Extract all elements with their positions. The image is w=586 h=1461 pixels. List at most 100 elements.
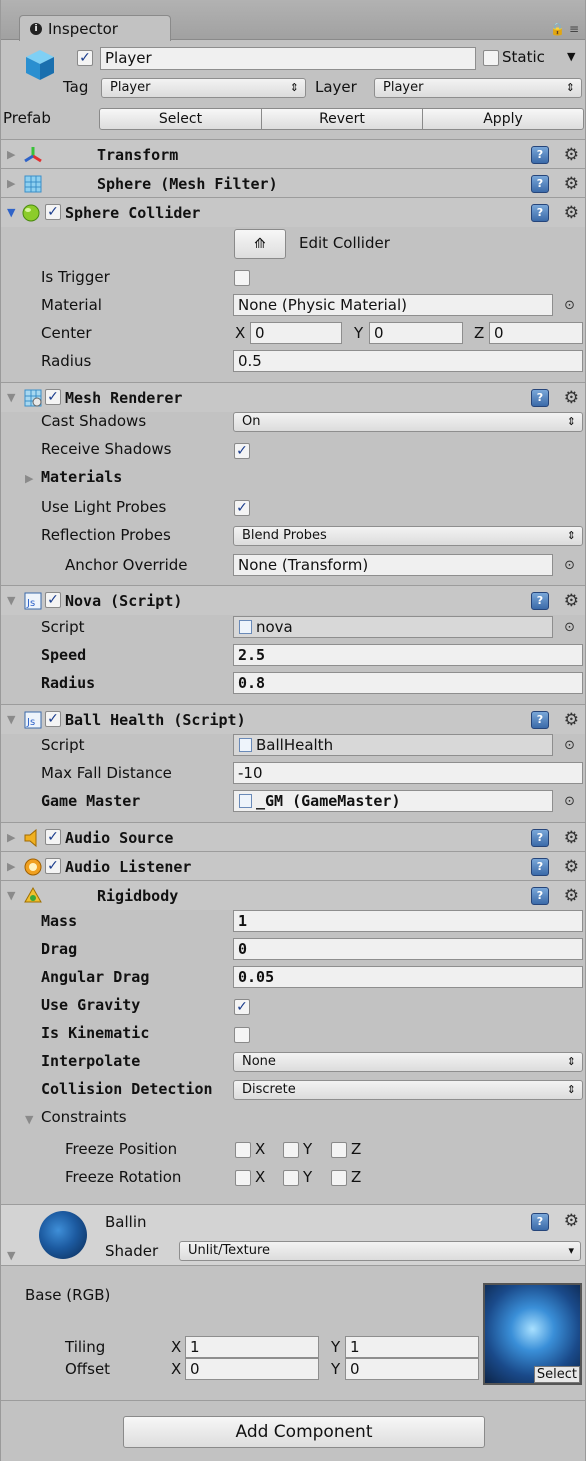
enabled-checkbox[interactable]: ✓ bbox=[45, 711, 61, 727]
mass-field[interactable]: 1 bbox=[233, 910, 583, 932]
enabled-checkbox[interactable]: ✓ bbox=[45, 204, 61, 220]
enabled-checkbox[interactable]: ✓ bbox=[45, 829, 61, 845]
gear-icon[interactable]: ⚙ bbox=[564, 203, 579, 223]
help-icon[interactable]: ? bbox=[531, 710, 549, 729]
offset-y-field[interactable]: 0 bbox=[345, 1358, 479, 1380]
help-icon[interactable]: ? bbox=[531, 857, 549, 876]
prefab-apply-button[interactable]: Apply bbox=[422, 108, 584, 130]
layer-dropdown[interactable]: Player ⇕ bbox=[374, 78, 582, 98]
audio-listener-header[interactable]: ▶ ✓ Audio Listener ? ⚙ bbox=[1, 851, 585, 881]
center-x-field[interactable]: 0 bbox=[250, 322, 342, 344]
freeze-rotation-y-checkbox[interactable] bbox=[283, 1170, 299, 1186]
material-field[interactable]: None (Physic Material) bbox=[233, 294, 553, 316]
receive-shadows-checkbox[interactable]: ✓ bbox=[234, 443, 250, 459]
object-picker-icon[interactable]: ⊙ bbox=[564, 298, 575, 313]
tiling-y-field[interactable]: 1 bbox=[345, 1336, 479, 1358]
static-dropdown-icon[interactable]: ▼ bbox=[567, 50, 575, 63]
help-icon[interactable]: ? bbox=[531, 828, 549, 847]
center-z-field[interactable]: 0 bbox=[489, 322, 583, 344]
help-icon[interactable]: ? bbox=[531, 145, 549, 164]
enabled-checkbox[interactable]: ✓ bbox=[45, 858, 61, 874]
is-trigger-checkbox[interactable] bbox=[234, 270, 250, 286]
interpolate-dropdown[interactable]: None ⇕ bbox=[233, 1052, 583, 1072]
object-picker-icon[interactable]: ⊙ bbox=[564, 738, 575, 753]
anchor-override-field[interactable]: None (Transform) bbox=[233, 554, 553, 576]
angular-drag-field[interactable]: 0.05 bbox=[233, 966, 583, 988]
drag-field[interactable]: 0 bbox=[233, 938, 583, 960]
center-y-field[interactable]: 0 bbox=[369, 322, 463, 344]
material-header[interactable]: ▼ Ballin ? ⚙ Shader Unlit/Texture ▾ bbox=[1, 1204, 585, 1266]
help-icon[interactable]: ? bbox=[531, 174, 549, 193]
gear-icon[interactable]: ⚙ bbox=[564, 388, 579, 408]
prefab-revert-button[interactable]: Revert bbox=[261, 108, 423, 130]
rigidbody-header[interactable]: ▼ Rigidbody ? ⚙ bbox=[1, 880, 585, 910]
script-field[interactable]: nova bbox=[233, 616, 553, 638]
radius-field[interactable]: 0.5 bbox=[233, 350, 583, 372]
ball-health-header[interactable]: ▼ Js ✓ Ball Health (Script) ? ⚙ bbox=[1, 704, 585, 734]
foldout-collapsed-icon[interactable]: ▶ bbox=[7, 831, 15, 844]
gear-icon[interactable]: ⚙ bbox=[564, 591, 579, 611]
help-icon[interactable]: ? bbox=[531, 1213, 549, 1231]
tab-inspector[interactable]: i Inspector bbox=[19, 15, 171, 41]
edit-collider-button[interactable]: ⟰ bbox=[234, 229, 286, 259]
foldout-expanded-icon[interactable]: ▼ bbox=[7, 1249, 15, 1262]
object-picker-icon[interactable]: ⊙ bbox=[564, 558, 575, 573]
offset-x-field[interactable]: 0 bbox=[185, 1358, 319, 1380]
reflection-probes-dropdown[interactable]: Blend Probes ⇕ bbox=[233, 526, 583, 546]
help-icon[interactable]: ? bbox=[531, 886, 549, 905]
help-icon[interactable]: ? bbox=[531, 203, 549, 222]
gear-icon[interactable]: ⚙ bbox=[564, 1211, 579, 1231]
materials-foldout-icon[interactable]: ▶ bbox=[25, 472, 33, 485]
object-picker-icon[interactable]: ⊙ bbox=[564, 620, 575, 635]
gear-icon[interactable]: ⚙ bbox=[564, 145, 579, 165]
foldout-collapsed-icon[interactable]: ▶ bbox=[7, 177, 15, 190]
gear-icon[interactable]: ⚙ bbox=[564, 857, 579, 877]
foldout-expanded-icon[interactable]: ▼ bbox=[7, 713, 15, 726]
audio-source-header[interactable]: ▶ ✓ Audio Source ? ⚙ bbox=[1, 822, 585, 852]
game-master-field[interactable]: _GM (GameMaster) bbox=[233, 790, 553, 812]
add-component-button[interactable]: Add Component bbox=[123, 1416, 485, 1448]
freeze-position-z-checkbox[interactable] bbox=[331, 1142, 347, 1158]
constraints-label[interactable]: Constraints bbox=[41, 1108, 127, 1126]
help-icon[interactable]: ? bbox=[531, 591, 549, 610]
constraints-foldout-icon[interactable]: ▼ bbox=[25, 1113, 33, 1126]
nova-radius-field[interactable]: 0.8 bbox=[233, 672, 583, 694]
lock-menu-icon[interactable]: 🔒 ≡ bbox=[550, 22, 579, 36]
collision-detection-dropdown[interactable]: Discrete ⇕ bbox=[233, 1080, 583, 1100]
nova-script-header[interactable]: ▼ Js ✓ Nova (Script) ? ⚙ bbox=[1, 585, 585, 615]
texture-slot[interactable]: Select bbox=[483, 1283, 582, 1385]
tag-dropdown[interactable]: Player ⇕ bbox=[101, 78, 306, 98]
enabled-checkbox[interactable]: ✓ bbox=[45, 389, 61, 405]
texture-select-button[interactable]: Select bbox=[533, 1366, 580, 1383]
materials-label[interactable]: Materials bbox=[41, 468, 122, 486]
foldout-collapsed-icon[interactable]: ▶ bbox=[7, 860, 15, 873]
foldout-expanded-icon[interactable]: ▼ bbox=[7, 889, 15, 902]
freeze-position-y-checkbox[interactable] bbox=[283, 1142, 299, 1158]
light-probes-checkbox[interactable]: ✓ bbox=[234, 500, 250, 516]
mesh-filter-header[interactable]: ▶ Sphere (Mesh Filter) ? ⚙ bbox=[1, 168, 585, 198]
shader-dropdown[interactable]: Unlit/Texture ▾ bbox=[179, 1241, 581, 1261]
max-fall-field[interactable]: -10 bbox=[233, 762, 583, 784]
static-checkbox[interactable] bbox=[483, 50, 499, 66]
freeze-rotation-z-checkbox[interactable] bbox=[331, 1170, 347, 1186]
is-kinematic-checkbox[interactable] bbox=[234, 1027, 250, 1043]
gear-icon[interactable]: ⚙ bbox=[564, 828, 579, 848]
gear-icon[interactable]: ⚙ bbox=[564, 174, 579, 194]
foldout-expanded-icon[interactable]: ▼ bbox=[7, 594, 15, 607]
ball-script-field[interactable]: BallHealth bbox=[233, 734, 553, 756]
gear-icon[interactable]: ⚙ bbox=[564, 886, 579, 906]
foldout-expanded-icon[interactable]: ▼ bbox=[7, 391, 15, 404]
speed-field[interactable]: 2.5 bbox=[233, 644, 583, 666]
freeze-rotation-x-checkbox[interactable] bbox=[235, 1170, 251, 1186]
use-gravity-checkbox[interactable]: ✓ bbox=[234, 999, 250, 1015]
tiling-x-field[interactable]: 1 bbox=[185, 1336, 319, 1358]
sphere-collider-header[interactable]: ▼ ✓ Sphere Collider ? ⚙ bbox=[1, 197, 585, 227]
cast-shadows-dropdown[interactable]: On ⇕ bbox=[233, 412, 583, 432]
prefab-select-button[interactable]: Select bbox=[99, 108, 262, 130]
gear-icon[interactable]: ⚙ bbox=[564, 710, 579, 730]
mesh-renderer-header[interactable]: ▼ ✓ Mesh Renderer ? ⚙ bbox=[1, 382, 585, 412]
object-picker-icon[interactable]: ⊙ bbox=[564, 794, 575, 809]
freeze-position-x-checkbox[interactable] bbox=[235, 1142, 251, 1158]
enabled-checkbox[interactable]: ✓ bbox=[45, 592, 61, 608]
foldout-expanded-icon[interactable]: ▼ bbox=[7, 206, 15, 219]
